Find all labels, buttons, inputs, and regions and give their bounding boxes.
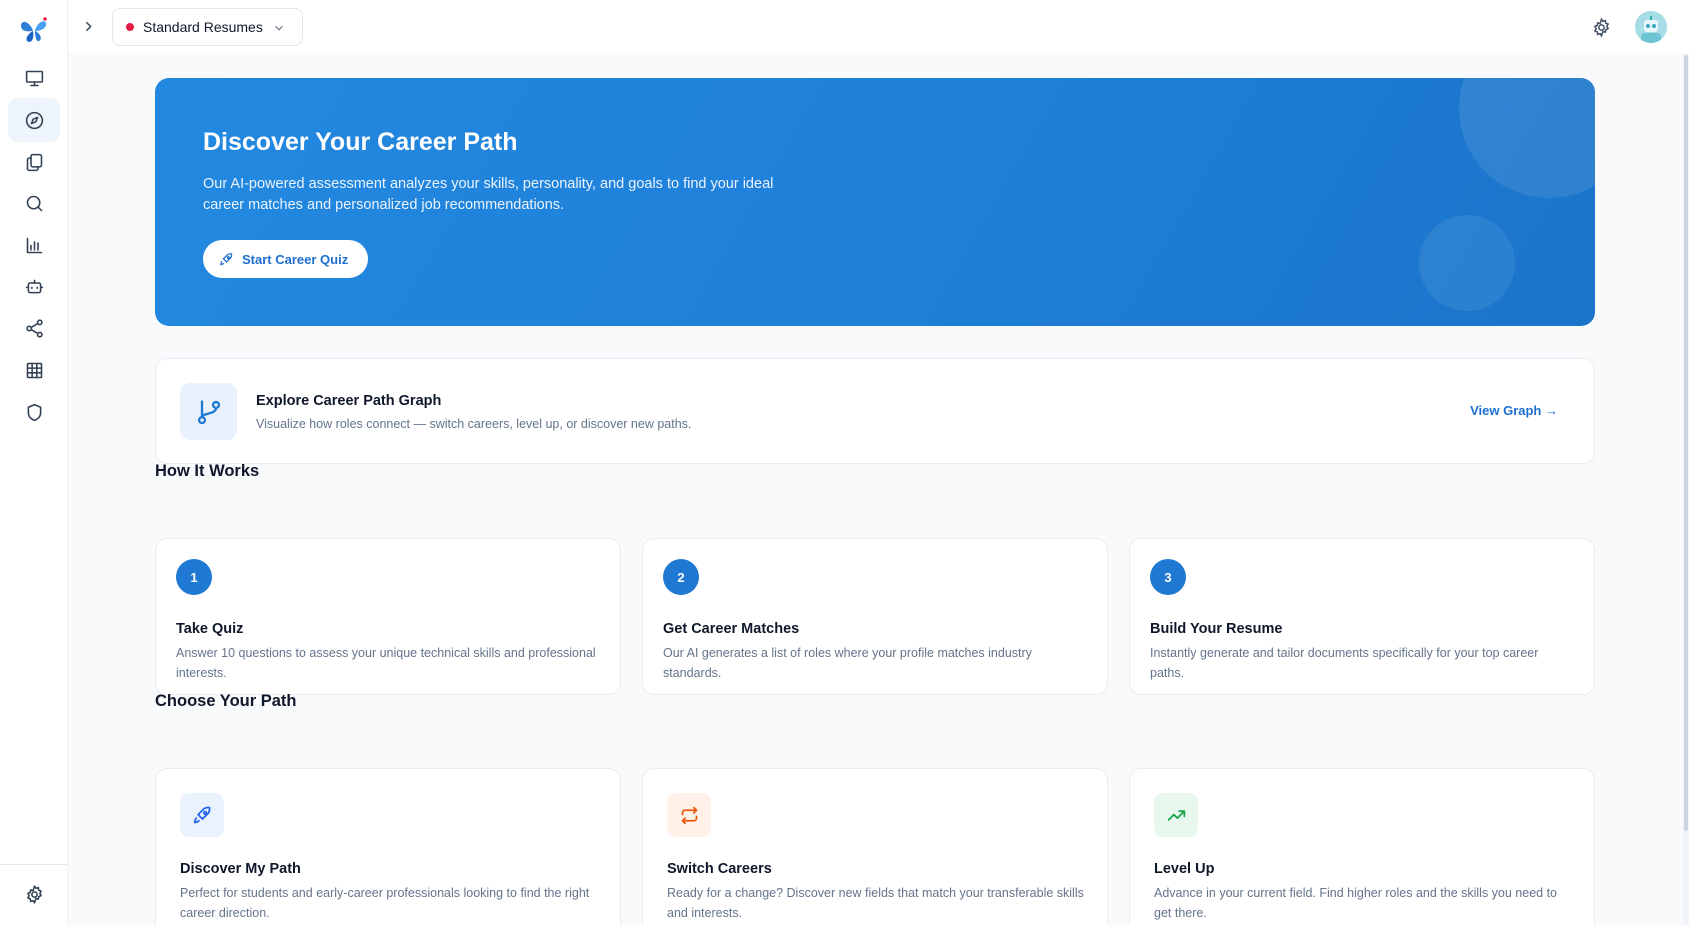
step-title: Take Quiz (176, 621, 244, 637)
resume-type-select[interactable]: Standard Resumes (112, 8, 303, 46)
step-description: Our AI generates a list of roles where y… (663, 646, 1032, 680)
trending-up-icon (1167, 809, 1185, 821)
sidebar-item-security[interactable] (8, 390, 60, 434)
start-career-quiz-label: Start Career Quiz (242, 251, 349, 267)
rocket-icon (193, 806, 210, 823)
chevron-down-icon (275, 25, 283, 31)
switch-arrows-icon (681, 806, 697, 824)
sidebar-divider (0, 864, 68, 865)
sidebar-item-career-path[interactable] (8, 98, 60, 142)
path-description: Perfect for students and early-career pr… (180, 886, 590, 920)
documents-icon (26, 153, 42, 171)
grid-icon (26, 362, 42, 378)
path-title: Level Up (1154, 861, 1215, 877)
graph-card-title: Explore Career Path Graph (256, 393, 442, 409)
path-icon-box (667, 793, 711, 837)
sidebar-item-table[interactable] (8, 348, 60, 392)
settings-icon (26, 884, 42, 904)
settings-button[interactable] (1589, 15, 1613, 39)
step-title: Build Your Resume (1150, 621, 1283, 637)
expand-sidebar-button[interactable] (76, 14, 100, 38)
sidebar-item-analytics[interactable] (8, 223, 60, 267)
hero-description: Our AI-powered assessment analyzes your … (203, 176, 774, 213)
step-card: 1 Take Quiz Answer 10 questions to asses… (155, 538, 621, 695)
path-icon-box (1154, 793, 1198, 837)
avatar[interactable] (1635, 11, 1667, 43)
sidebar-item-network[interactable] (8, 306, 60, 350)
rocket-icon (220, 252, 233, 265)
step-description: Instantly generate and tailor documents … (1150, 646, 1539, 680)
path-description: Advance in your current field. Find high… (1154, 886, 1558, 920)
gear-icon (1593, 16, 1609, 38)
choose-path-title: Choose Your Path (155, 692, 297, 710)
compass-icon (25, 111, 43, 129)
presentation-icon (25, 70, 43, 86)
share-icon (25, 318, 43, 338)
scrollbar-thumb[interactable] (1684, 55, 1688, 831)
path-title: Switch Careers (667, 861, 772, 877)
sidebar-item-search[interactable] (8, 181, 60, 225)
step-number-badge: 1 (176, 559, 212, 595)
avatar-robot-icon (1635, 11, 1667, 43)
step-card: 3 Build Your Resume Instantly generate a… (1129, 538, 1595, 695)
bar-chart-icon (26, 237, 42, 253)
view-graph-link[interactable]: View Graph → (1470, 403, 1558, 418)
graph-card-description: Visualize how roles connect — switch car… (256, 417, 692, 431)
decorative-circle (1459, 78, 1595, 198)
hero-title: Discover Your Career Path (203, 128, 518, 156)
shield-icon (27, 403, 41, 421)
chevron-right-icon (85, 21, 92, 31)
hero-banner: Discover Your Career Path Our AI-powered… (155, 78, 1595, 326)
bot-icon (25, 279, 43, 293)
sidebar-item-assistant[interactable] (8, 264, 60, 308)
path-card-discover[interactable]: Discover My Path Perfect for students an… (155, 768, 621, 925)
sidebar (0, 0, 68, 925)
search-icon (26, 195, 42, 211)
path-description: Ready for a change? Discover new fields … (667, 886, 1084, 920)
sidebar-item-documents[interactable] (8, 140, 60, 184)
git-branch-icon (197, 399, 220, 424)
resume-type-label: Standard Resumes (143, 19, 263, 35)
path-card-switch[interactable]: Switch Careers Ready for a change? Disco… (642, 768, 1108, 925)
step-card: 2 Get Career Matches Our AI generates a … (642, 538, 1108, 695)
path-title: Discover My Path (180, 861, 301, 877)
start-career-quiz-button[interactable]: Start Career Quiz (203, 240, 369, 278)
how-it-works-title: How It Works (155, 462, 260, 480)
step-number-badge: 3 (1150, 559, 1186, 595)
sidebar-item-settings[interactable] (8, 872, 60, 916)
step-description: Answer 10 questions to assess your uniqu… (176, 646, 596, 680)
decorative-circle (1419, 215, 1515, 311)
top-bar: Standard Resumes (68, 0, 1689, 53)
status-dot (126, 23, 134, 31)
step-number-badge: 2 (663, 559, 699, 595)
step-title: Get Career Matches (663, 621, 800, 637)
career-graph-card[interactable]: Explore Career Path Graph Visualize how … (155, 358, 1595, 464)
path-icon-box (180, 793, 224, 837)
graph-icon-box (180, 383, 237, 440)
sidebar-item-presentations[interactable] (8, 56, 60, 100)
butterfly-logo-icon[interactable] (18, 14, 50, 46)
path-card-level-up[interactable]: Level Up Advance in your current field. … (1129, 768, 1595, 925)
